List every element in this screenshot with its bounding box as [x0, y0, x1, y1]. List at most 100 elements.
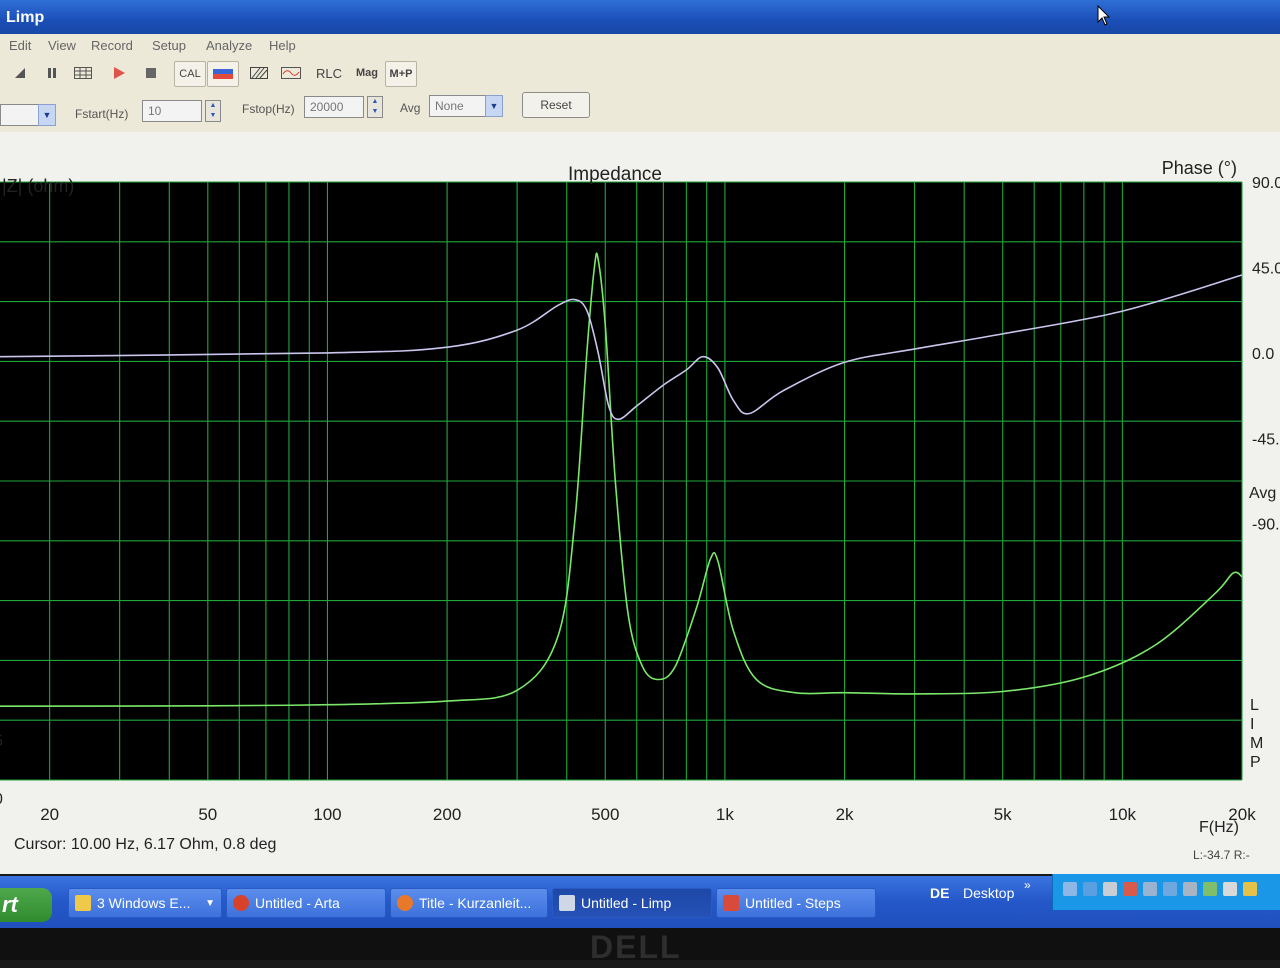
task-label: Title - Kurzanleit...: [419, 895, 532, 911]
x-tick-label: 20k: [1228, 805, 1256, 824]
task-label: Untitled - Arta: [255, 895, 340, 911]
menu-bar: Edit View Record Setup Analyze Help: [0, 34, 1280, 56]
menu-record[interactable]: Record: [91, 38, 133, 53]
power-icon[interactable]: [1143, 882, 1157, 896]
bluetooth-icon[interactable]: [1083, 882, 1097, 896]
phase-tick-labels: 90.0 45.0 0.0 -45.0 -90.0: [1252, 175, 1280, 534]
task-firefox[interactable]: Title - Kurzanleit...: [390, 888, 548, 918]
fstart-input[interactable]: 10: [142, 100, 202, 122]
main-toolbar: CAL RLC Mag M+P: [0, 56, 1280, 90]
menu-analyze[interactable]: Analyze: [206, 38, 252, 53]
x-tick-label: 10k: [1109, 805, 1137, 824]
fstop-label: Fstop(Hz): [242, 102, 295, 116]
x-tick-label: 100: [313, 805, 341, 824]
task-label: Untitled - Steps: [745, 895, 841, 911]
chevron-down-icon: ▼: [205, 897, 215, 909]
chevron-down-icon[interactable]: ▼: [38, 104, 56, 126]
menu-edit[interactable]: Edit: [9, 38, 31, 53]
left-tick-label: 5: [0, 733, 3, 750]
cal-button[interactable]: CAL: [174, 61, 206, 87]
chevron-down-icon[interactable]: ▼: [485, 95, 503, 117]
play-icon[interactable]: [108, 63, 130, 83]
mag-button[interactable]: Mag: [352, 63, 382, 83]
task-limp[interactable]: Untitled - Limp: [552, 888, 712, 918]
avg-side-label: Avg: [1249, 485, 1276, 502]
mouse-pointer-icon: [1097, 5, 1111, 26]
task-label: 3 Windows E...: [97, 895, 191, 911]
limp-vertical-label: LIMP: [1250, 697, 1263, 771]
limp-letter: P: [1250, 754, 1261, 771]
fstop-input[interactable]: 20000: [304, 96, 364, 118]
arta-icon: [233, 895, 249, 911]
phase-tick-label: 0.0: [1252, 346, 1274, 363]
x-tick-label: 1k: [716, 805, 734, 824]
security-icon[interactable]: [1123, 882, 1137, 896]
table-icon[interactable]: [72, 63, 94, 83]
display-icon[interactable]: [1183, 882, 1197, 896]
start-button[interactable]: rt: [0, 888, 52, 922]
x-tick-labels: 20 50 100 200 500 1k 2k 5k 10k 20k: [40, 805, 1256, 824]
network-icon[interactable]: [1063, 882, 1077, 896]
phase-tick-label: -45.0: [1252, 431, 1280, 448]
avg-label: Avg: [400, 101, 421, 115]
language-indicator[interactable]: DE: [930, 885, 949, 901]
phase-tick-label: 45.0: [1252, 260, 1280, 277]
svg-text:DELL: DELL: [590, 930, 682, 960]
dell-logo: DELL: [590, 929, 700, 968]
chevron-right-icon[interactable]: »: [1024, 878, 1031, 892]
sweep-toolbar: ▼ Fstart(Hz) 10 ▲ ▼ Fstop(Hz) 20000 ▲ ▼ Av…: [0, 90, 1280, 133]
mode-select[interactable]: [0, 104, 40, 126]
y-axis-left-label: |Z| (ohm): [2, 176, 74, 196]
phase-tick-label: -90.0: [1252, 517, 1280, 534]
firefox-icon: [397, 895, 413, 911]
x-tick-label: 2k: [836, 805, 854, 824]
menu-view[interactable]: View: [48, 38, 76, 53]
new-file-icon[interactable]: [10, 63, 30, 83]
window-titlebar[interactable]: Limp: [0, 0, 1280, 34]
task-label: Untitled - Limp: [581, 895, 672, 911]
limp-letter: L: [1250, 697, 1259, 714]
task-windows-explorer[interactable]: 3 Windows E... ▼: [68, 888, 222, 918]
avg-select[interactable]: None: [429, 95, 487, 117]
system-tray: [1052, 874, 1280, 910]
rlc-button[interactable]: RLC: [315, 63, 343, 83]
desktop-toolbar[interactable]: Desktop: [963, 885, 1014, 901]
update-icon[interactable]: [1243, 882, 1257, 896]
lr-level-readout: L:-34.7 R:-: [1193, 848, 1250, 862]
speaker-icon[interactable]: [1163, 882, 1177, 896]
waveform-icon[interactable]: [280, 63, 302, 83]
window-title: Limp: [6, 9, 45, 26]
fstop-stepper[interactable]: ▲ ▼: [367, 96, 383, 118]
mag-phase-button[interactable]: M+P: [385, 61, 417, 87]
impedance-chart[interactable]: Impedance |Z| (ohm) Phase (°) F(Hz) Avg …: [0, 132, 1280, 874]
menu-setup[interactable]: Setup: [152, 38, 186, 53]
reset-button[interactable]: Reset: [522, 92, 590, 118]
monitor-icon[interactable]: [1103, 882, 1117, 896]
limp-icon: [559, 895, 575, 911]
task-arta[interactable]: Untitled - Arta: [226, 888, 386, 918]
y-axis-right-label: Phase (°): [1162, 158, 1237, 178]
color-swatch-icon[interactable]: [207, 61, 239, 87]
chart-title: Impedance: [568, 164, 662, 185]
fstart-label: Fstart(Hz): [75, 107, 129, 121]
x-tick-label: 50: [198, 805, 217, 824]
folder-icon: [75, 895, 91, 911]
stop-icon[interactable]: [140, 63, 162, 83]
x-tick-label: 200: [433, 805, 461, 824]
fstart-stepper[interactable]: ▲ ▼: [205, 100, 221, 122]
steps-icon: [723, 895, 739, 911]
cursor-readout: Cursor: 10.00 Hz, 6.17 Ohm, 0.8 deg: [14, 836, 277, 853]
usb-icon[interactable]: [1223, 882, 1237, 896]
phase-tick-label: 90.0: [1252, 175, 1280, 192]
left-tick-label: 0: [0, 791, 3, 808]
pause-icon[interactable]: [42, 63, 62, 83]
hatch-icon[interactable]: [248, 63, 270, 83]
limp-letter: M: [1250, 735, 1263, 752]
menu-help[interactable]: Help: [269, 38, 296, 53]
wifi-icon[interactable]: [1203, 882, 1217, 896]
task-steps[interactable]: Untitled - Steps: [716, 888, 876, 918]
x-tick-label: 500: [591, 805, 619, 824]
x-tick-label: 5k: [994, 805, 1012, 824]
limp-letter: I: [1250, 716, 1254, 733]
plot-panel: Impedance |Z| (ohm) Phase (°) F(Hz) Avg …: [0, 132, 1280, 874]
